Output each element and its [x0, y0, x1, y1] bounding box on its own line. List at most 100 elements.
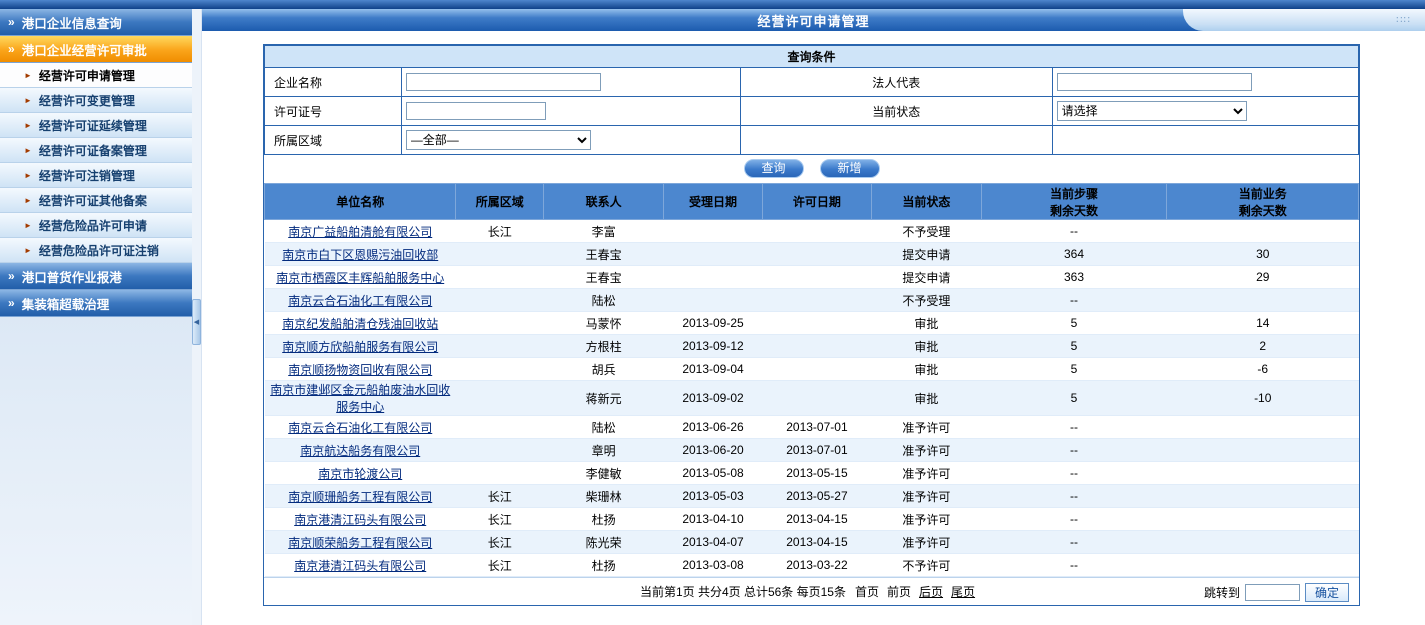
table-cell: --	[981, 554, 1167, 577]
table-cell: 南京顺荣船务工程有限公司	[265, 531, 456, 554]
jump-confirm-button[interactable]: 确定	[1305, 583, 1349, 602]
sidebar-group-label: 集装箱超载治理	[22, 294, 110, 313]
table-cell: 2013-09-12	[664, 335, 762, 358]
sidebar-item-label: 经营许可证其他备案	[39, 192, 147, 209]
sidebar-item[interactable]: ►经营许可申请管理	[0, 63, 192, 88]
table-cell: 准予许可	[872, 485, 981, 508]
table-cell: 长江	[456, 485, 544, 508]
table-cell: 准予许可	[872, 439, 981, 462]
company-name-link[interactable]: 南京顺方欣船舶服务有限公司	[282, 340, 438, 354]
company-name-link[interactable]: 南京纪发船舶清仓残油回收站	[282, 317, 438, 331]
sidebar-group[interactable]: » 集装箱超载治理	[0, 290, 192, 317]
company-name-link[interactable]: 南京航达船务有限公司	[300, 444, 420, 458]
jump-page-input[interactable]	[1245, 584, 1300, 601]
table-cell	[456, 416, 544, 439]
company-name-link[interactable]: 南京顺荣船务工程有限公司	[288, 536, 432, 550]
sidebar-item[interactable]: ►经营许可证延续管理	[0, 113, 192, 138]
company-name-link[interactable]: 南京港清江码头有限公司	[294, 559, 426, 573]
table-cell: 南京云合石油化工有限公司	[265, 289, 456, 312]
company-name-link[interactable]: 南京市轮渡公司	[318, 467, 402, 481]
table-cell	[456, 462, 544, 485]
add-button[interactable]: 新增	[820, 159, 880, 178]
column-header: 当前步骤 剩余天数	[981, 184, 1167, 220]
sidebar-item[interactable]: ►经营许可证备案管理	[0, 138, 192, 163]
table-cell	[456, 312, 544, 335]
page-nav-link[interactable]: 后页	[919, 585, 943, 599]
company-name-link[interactable]: 南京市栖霞区丰辉船舶服务中心	[276, 271, 444, 285]
table-row: 南京顺方欣船舶服务有限公司方根柱2013-09-12审批52	[265, 335, 1359, 358]
page-nav-link[interactable]: 尾页	[951, 585, 975, 599]
company-name-link[interactable]: 南京市建邺区金元船舶废油水回收服务中心	[270, 383, 450, 414]
query-section-title: 查询条件	[265, 46, 1359, 68]
sidebar-item[interactable]: ►经营许可变更管理	[0, 88, 192, 113]
table-cell	[664, 289, 762, 312]
sidebar-splitter[interactable]: ◀	[192, 9, 202, 625]
company-name-link[interactable]: 南京顺扬物资回收有限公司	[288, 363, 432, 377]
table-cell: 南京港清江码头有限公司	[265, 508, 456, 531]
table-cell: 长江	[456, 554, 544, 577]
jump-label: 跳转到	[1204, 584, 1240, 601]
table-cell	[456, 289, 544, 312]
double-chevron-icon: »	[8, 296, 15, 310]
table-row: 南京港清江码头有限公司长江杜扬2013-04-102013-04-15准予许可-…	[265, 508, 1359, 531]
table-cell: --	[981, 531, 1167, 554]
sidebar-item[interactable]: ►经营许可证其他备案	[0, 188, 192, 213]
table-row: 南京云合石油化工有限公司陆松不予受理--	[265, 289, 1359, 312]
table-cell: 南京市白下区恩赐污油回收部	[265, 243, 456, 266]
company-name-link[interactable]: 南京港清江码头有限公司	[294, 513, 426, 527]
sidebar-item-label: 经营许可证备案管理	[39, 142, 147, 159]
table-cell: 2013-07-01	[762, 439, 871, 462]
sidebar-item-label: 经营危险品许可证注销	[39, 242, 159, 259]
table-cell	[1167, 531, 1359, 554]
legal-rep-input[interactable]	[1057, 73, 1252, 91]
table-cell: 南京纪发船舶清仓残油回收站	[265, 312, 456, 335]
sidebar-group[interactable]: »港口企业经营许可审批	[0, 36, 192, 63]
table-cell: 审批	[872, 358, 981, 381]
table-cell: 南京顺珊船务工程有限公司	[265, 485, 456, 508]
company-name-link[interactable]: 南京顺珊船务工程有限公司	[288, 490, 432, 504]
company-name-link[interactable]: 南京广益船舶清舱有限公司	[288, 225, 432, 239]
license-no-input[interactable]	[406, 102, 546, 120]
table-cell	[1167, 439, 1359, 462]
page-nav-link[interactable]: 前页	[887, 585, 911, 599]
company-name-link[interactable]: 南京云合石油化工有限公司	[288, 294, 432, 308]
company-name-link[interactable]: 南京云合石油化工有限公司	[288, 421, 432, 435]
status-select[interactable]: 请选择	[1057, 101, 1247, 121]
sidebar-group-label: 港口企业经营许可审批	[22, 40, 147, 59]
sidebar-item[interactable]: ►经营许可注销管理	[0, 163, 192, 188]
table-row: 南京顺扬物资回收有限公司胡兵2013-09-04审批5-6	[265, 358, 1359, 381]
table-cell: -6	[1167, 358, 1359, 381]
table-cell: 长江	[456, 531, 544, 554]
table-cell: 王春宝	[543, 243, 663, 266]
sidebar-item-label: 经营危险品许可申请	[39, 217, 147, 234]
column-header: 受理日期	[664, 184, 762, 220]
table-cell: --	[981, 439, 1167, 462]
table-cell: 2013-06-26	[664, 416, 762, 439]
sidebar-group[interactable]: »港口普货作业报港	[0, 263, 192, 290]
collapse-handle-icon[interactable]: ◀	[192, 299, 201, 345]
table-cell: 2013-04-07	[664, 531, 762, 554]
page-nav-link[interactable]: 首页	[855, 585, 879, 599]
table-cell	[762, 335, 871, 358]
company-name-input[interactable]	[406, 73, 601, 91]
table-cell: 李健敏	[543, 462, 663, 485]
table-row: 南京顺荣船务工程有限公司长江陈光荣2013-04-072013-04-15准予许…	[265, 531, 1359, 554]
table-cell: 审批	[872, 335, 981, 358]
table-cell	[762, 243, 871, 266]
table-cell: 2013-09-25	[664, 312, 762, 335]
table-cell	[762, 289, 871, 312]
title-bar: 经营许可申请管理 ∷∷	[202, 9, 1425, 31]
sidebar-item[interactable]: ►经营危险品许可证注销	[0, 238, 192, 263]
region-select[interactable]: —全部—	[406, 130, 591, 150]
query-form: 查询条件 企业名称 法人代表 许可证号 当前状态 请选择	[264, 45, 1359, 155]
status-label: 当前状态	[740, 97, 1052, 126]
region-label: 所属区域	[265, 126, 402, 155]
sidebar-group[interactable]: »港口企业信息查询	[0, 9, 192, 36]
table-cell: 方根柱	[543, 335, 663, 358]
page-jump: 跳转到 确定	[1204, 578, 1349, 606]
search-button[interactable]: 查询	[744, 159, 804, 178]
company-name-link[interactable]: 南京市白下区恩赐污油回收部	[282, 248, 438, 262]
sidebar-item[interactable]: ►经营危险品许可申请	[0, 213, 192, 238]
table-cell: 准予许可	[872, 416, 981, 439]
table-cell	[664, 243, 762, 266]
